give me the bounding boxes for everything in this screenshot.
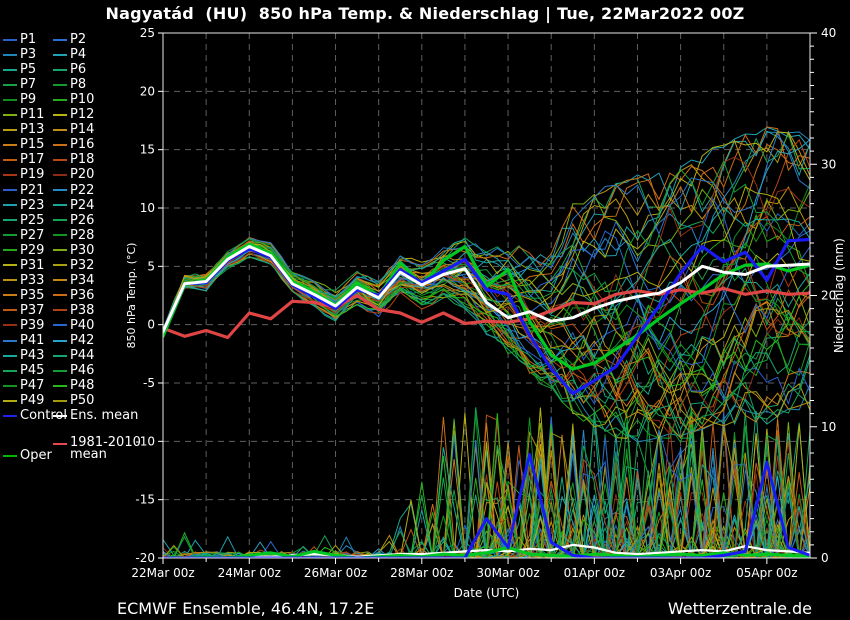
y-right-tick-label: 30 [821, 157, 836, 171]
site-credit-text: Wetterzentrale.de [668, 599, 812, 618]
y-left-tick-label: -15 [135, 493, 155, 507]
x-axis-title: Date (UTC) [454, 586, 520, 600]
y-left-axis-title: 850 hPa Temp. (°C) [125, 243, 138, 349]
y-left-tick-label: 20 [140, 84, 155, 98]
main-series [163, 240, 810, 559]
x-tick-label: 26Mar 00z [304, 566, 367, 580]
x-tick-label: 22Mar 00z [131, 566, 194, 580]
y-left-tick-label: -20 [135, 551, 155, 565]
x-tick-label: 05Apr 00z [736, 566, 797, 580]
y-left-tick-label: 25 [140, 26, 155, 40]
y-right-tick-label: 40 [821, 26, 836, 40]
y-left-tick-label: 0 [147, 318, 155, 332]
x-tick-label: 30Mar 00z [476, 566, 539, 580]
y-left-tick-label: 5 [147, 259, 155, 273]
ensemble-plot: 2520151050-5-10-15-2040302010022Mar 00z2… [0, 0, 850, 620]
ensemble-meteogram-page: { "title": "Nagyatád (HU) 850 hPa Temp. … [0, 0, 850, 620]
y-left-tick-label: 15 [140, 143, 155, 157]
x-tick-label: 03Apr 00z [650, 566, 711, 580]
model-info-text: ECMWF Ensemble, 46.4N, 17.2E [117, 599, 374, 618]
x-tick-label: 28Mar 00z [390, 566, 453, 580]
y-left-tick-label: -10 [135, 434, 155, 448]
y-left-tick-label: 10 [140, 201, 155, 215]
member-precip-lines [163, 407, 810, 558]
y-right-tick-label: 0 [821, 551, 829, 565]
y-left-tick-label: -5 [143, 376, 155, 390]
member-temp-line [163, 247, 810, 438]
member-temp-line [163, 238, 810, 434]
y-right-axis-title: Niederschlag (mm) [832, 238, 846, 353]
x-tick-label: 24Mar 00z [218, 566, 281, 580]
y-right-tick-label: 10 [821, 420, 836, 434]
x-tick-label: 01Apr 00z [564, 566, 625, 580]
